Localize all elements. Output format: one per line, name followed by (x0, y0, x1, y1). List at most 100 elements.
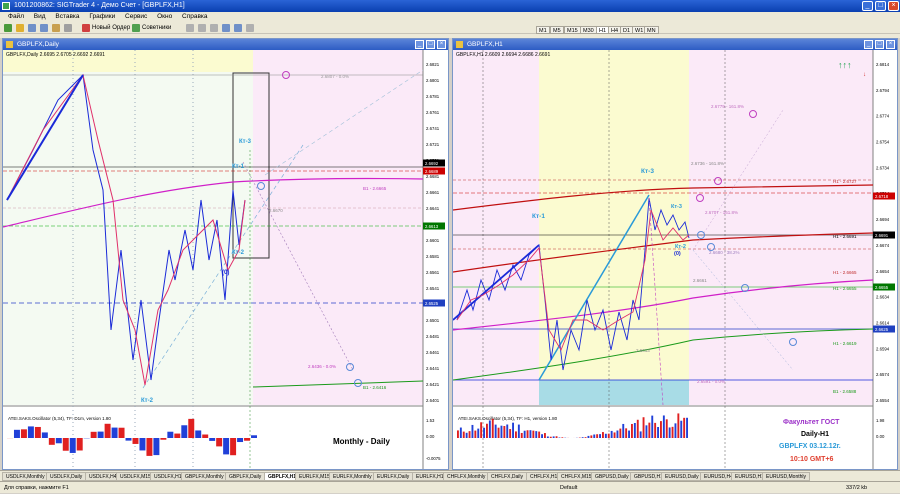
minimize-button[interactable]: _ (862, 1, 873, 11)
level-label-8: 2.6661 (693, 278, 707, 283)
chart-tab[interactable]: GBPLFX,Daily (225, 472, 265, 481)
chart-close-button[interactable]: × (437, 40, 446, 49)
menu-window[interactable]: Окно (157, 12, 172, 22)
level-label-fib-top: 2.6807 - 0.0% (321, 74, 349, 79)
price-tick-label: 2.6661 (426, 190, 440, 195)
level-label-b1-upper: B1 - 2.6665 (363, 186, 387, 191)
tile-windows-icon[interactable] (246, 24, 254, 32)
close-button[interactable]: × (888, 1, 899, 11)
price-marker-label: 2.6692 (425, 161, 439, 166)
price-tick-label: 2.6501 (426, 318, 440, 323)
price-tick-label: 2.6741 (426, 126, 440, 131)
line-chart-icon[interactable] (210, 24, 218, 32)
new-order-icon[interactable] (82, 24, 90, 32)
oscillator-bar (532, 431, 534, 438)
price-tick-label: 2.6601 (426, 238, 440, 243)
chart-tab[interactable]: EURUSD,Monthly (762, 472, 810, 481)
maximize-button[interactable]: □ (875, 1, 886, 11)
candles-icon[interactable] (198, 24, 206, 32)
chart-tab[interactable]: GBPLFX,Monthly (181, 472, 228, 481)
level-label-13: B1 - 2.6588 (833, 389, 857, 394)
tester-icon[interactable] (64, 24, 72, 32)
oscillator-bar (648, 423, 650, 438)
chart-tab[interactable]: CHFLFX,M15 (557, 472, 596, 481)
expert-advisors-icon[interactable] (132, 24, 140, 32)
price-marker-label: 2.6691 (875, 233, 889, 238)
price-tick-label: 2.6594 (876, 346, 890, 351)
terminal-icon[interactable] (52, 24, 60, 32)
oscillator-bar (611, 431, 613, 438)
chart-tab[interactable]: EURLFX,Monthly (329, 472, 376, 481)
open-icon[interactable] (16, 24, 24, 32)
daily-chart-canvas[interactable]: 2.6807 - 0.0% B1 - 2.6665 2.6670 2.6436 … (3, 50, 448, 469)
chart-close-button[interactable]: × (886, 40, 895, 49)
chart-tab[interactable]: EURUSD,Daily (661, 472, 703, 481)
chart-tab[interactable]: EURLFX,Daily (373, 472, 413, 481)
oscillator-bar (469, 431, 471, 438)
menu-tools[interactable]: Сервис (125, 12, 147, 22)
menu-help[interactable]: Справка (182, 12, 208, 22)
price-tick-label: 2.6634 (876, 295, 890, 300)
chart-tab[interactable]: CHFLFX,Daily (487, 472, 527, 481)
oscillator-bar (230, 438, 236, 455)
price-tick-label: 2.6554 (876, 398, 890, 403)
menu-file[interactable]: Файл (8, 12, 24, 22)
oscillator-bar (237, 438, 243, 442)
oscillator-bar (509, 429, 511, 438)
price-marker-label: 2.6655 (875, 285, 889, 290)
chart-tab[interactable]: USDLFX,Daily (46, 472, 86, 481)
oscillator-bar (174, 434, 180, 438)
oscillator-bar (622, 424, 624, 438)
oscillator-bar (683, 418, 685, 438)
oscillator-bar (530, 430, 532, 438)
oscillator-bar (660, 421, 662, 438)
zoom-out-icon[interactable] (234, 24, 242, 32)
down-arrow-icon: ↓ (863, 72, 866, 78)
menu-charts[interactable]: Графики (89, 12, 115, 22)
oscillator-bar (483, 428, 485, 438)
price-tick-label: 2.6541 (426, 286, 440, 291)
chart-tab[interactable]: GBPUSD,Daily (591, 472, 633, 481)
zoom-in-icon[interactable] (222, 24, 230, 32)
chart-window-daily-titlebar[interactable]: GBPLFX,Daily _ □ × (3, 39, 448, 50)
expert-advisors-button[interactable]: Советники (142, 24, 171, 32)
price-tick-label: 2.6794 (876, 88, 890, 93)
level-label-b1-lower: B1 - 2.6416 (363, 385, 387, 390)
oscillator-bar (98, 432, 104, 438)
price-tick-label: 2.6654 (876, 269, 890, 274)
chart-minimize-button[interactable]: _ (415, 40, 424, 49)
chart-maximize-button[interactable]: □ (875, 40, 884, 49)
oscillator-bar (553, 436, 555, 438)
oscillator-bar (599, 434, 601, 438)
chart-window-daily[interactable]: GBPLFX,Daily _ □ × 2.6807 - 0. (2, 38, 449, 470)
price-tick-label: 2.6581 (426, 254, 440, 259)
chart-maximize-button[interactable]: □ (426, 40, 435, 49)
menu-view[interactable]: Вид (34, 12, 46, 22)
oscillator-bar (625, 428, 627, 438)
oscillator-bar (209, 438, 215, 441)
h1-chart-canvas[interactable]: 2.6779 - 161.8% 2.6736 - 161.8% H1 - 2.6… (453, 50, 897, 469)
new-order-button[interactable]: Новый Ордер (92, 24, 130, 32)
oscillator-bar (42, 432, 48, 438)
market-watch-icon[interactable] (28, 24, 36, 32)
menu-insert[interactable]: Вставка (55, 12, 79, 22)
chart-window-h1-titlebar[interactable]: GBPLFX,H1 _ □ × (453, 39, 897, 50)
buy-arrows-icon: ↑↑↑ (838, 60, 852, 70)
chart-tab[interactable]: USDLFX,Monthly (2, 472, 49, 481)
chart-minimize-button[interactable]: _ (864, 40, 873, 49)
new-chart-icon[interactable] (4, 24, 12, 32)
oscillator-bar (617, 430, 619, 438)
chart-window-h1[interactable]: GBPLFX,H1 _ □ × (452, 38, 898, 470)
chart-tab[interactable]: CHFLFX,Monthly (443, 472, 489, 481)
bar-chart-icon[interactable] (186, 24, 194, 32)
chart-tab[interactable]: CHFLFX,H1 (526, 472, 561, 481)
navigator-icon[interactable] (40, 24, 48, 32)
oscillator-bar (506, 424, 508, 438)
cyan-zone (539, 380, 689, 405)
oscillator-bar (495, 425, 497, 438)
oscillator-bar (527, 430, 529, 438)
oscillator-bar (188, 419, 194, 438)
oscillator-scale-label: 0.00 (426, 434, 435, 439)
price-tick-label: 2.6441 (426, 366, 440, 371)
oscillator-bar (463, 432, 465, 438)
